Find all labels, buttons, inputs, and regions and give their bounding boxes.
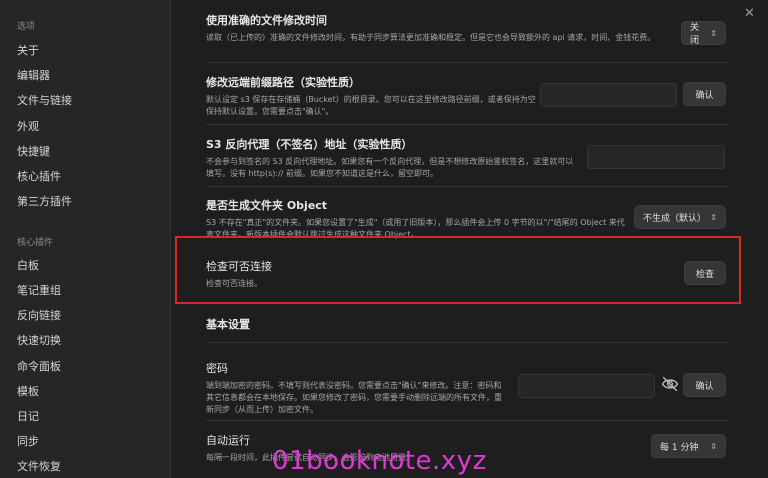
sidebar-item-core-plugins[interactable]: 核心插件	[17, 168, 61, 184]
setting-desc: 不会参与到签名的 S3 反向代理地址。如果您有一个反向代理，但是不想修改原始鉴权…	[206, 157, 574, 178]
sidebar-item-daily-notes[interactable]: 日记	[17, 408, 39, 424]
eye-off-icon[interactable]	[661, 375, 679, 393]
setting-desc: 检查可否连接。	[206, 279, 262, 288]
sidebar-item-file-recovery[interactable]: 文件恢复	[17, 458, 61, 474]
setting-title: 修改远端前缀路径（实验性质）	[206, 76, 360, 89]
select-value: 关闭	[690, 23, 700, 46]
setting-s3-proxy: S3 反向代理（不签名）地址（实验性质） 不会参与到签名的 S3 反向代理地址。…	[206, 136, 580, 180]
accurate-mtime-select[interactable]: 关闭 ⇕	[681, 21, 726, 46]
select-value: 不生成（默认）	[643, 213, 707, 224]
divider	[206, 342, 728, 343]
setting-title: 是否生成文件夹 Object	[206, 199, 328, 212]
setting-desc: 默认设定 s3 保存在存储桶（Bucket）的根目录。您可以在这里修改路径前缀，…	[206, 95, 536, 116]
sidebar-item-hotkeys[interactable]: 快捷键	[17, 143, 50, 159]
setting-remote-prefix: 修改远端前缀路径（实验性质） 默认设定 s3 保存在存储桶（Bucket）的根目…	[206, 74, 536, 118]
divider	[206, 124, 728, 125]
check-connection-button[interactable]: 检查	[684, 261, 726, 285]
password-input[interactable]	[518, 374, 655, 398]
chevron-updown-icon: ⇕	[710, 441, 717, 451]
s3-proxy-input[interactable]	[587, 145, 725, 169]
sidebar-item-quick-switcher[interactable]: 快速切换	[17, 332, 61, 348]
auto-run-select[interactable]: 每 1 分钟 ⇕	[651, 434, 726, 458]
chevron-updown-icon: ⇕	[710, 212, 717, 222]
setting-title: 密码	[206, 362, 228, 375]
sidebar-section-core: 核心插件	[17, 238, 54, 248]
setting-desc: 读取（已上传的）准确的文件修改时间，有助于同步算法更加准确和稳定。但是它也会导致…	[206, 33, 656, 42]
setting-folder-object: 是否生成文件夹 Object S3 不存在"真正"的文件夹。如果您设置了"生成"…	[206, 197, 626, 241]
section-heading-basic: 基本设置	[206, 316, 728, 332]
chevron-updown-icon: ⇕	[710, 28, 717, 38]
divider	[206, 62, 728, 63]
setting-desc: 端到端加密的密码。不填写则代表没密码。您需要点击"确认"来修改。注意：密码和其它…	[206, 381, 502, 414]
sidebar-item-sync[interactable]: 同步	[17, 433, 39, 449]
section-heading: 基本设置	[206, 318, 250, 331]
sidebar-item-community-plugins[interactable]: 第三方插件	[17, 193, 72, 209]
setting-title: 检查可否连接	[206, 260, 272, 273]
setting-title: S3 反向代理（不签名）地址（实验性质）	[206, 138, 413, 151]
setting-accurate-mtime: 使用准确的文件修改时间 读取（已上传的）准确的文件修改时间，有助于同步算法更加准…	[206, 12, 676, 44]
divider	[206, 186, 728, 187]
remote-prefix-input[interactable]	[540, 83, 677, 107]
sidebar-item-appearance[interactable]: 外观	[17, 118, 39, 134]
sidebar-item-templates[interactable]: 模板	[17, 383, 39, 399]
remote-prefix-confirm-button[interactable]: 确认	[683, 82, 726, 106]
password-confirm-button[interactable]: 确认	[683, 373, 726, 397]
sidebar-item-command-palette[interactable]: 命令面板	[17, 358, 61, 374]
divider	[206, 420, 728, 421]
select-value: 每 1 分钟	[660, 442, 699, 453]
sidebar-item-about[interactable]: 关于	[17, 42, 39, 58]
sidebar-section-options: 选项	[17, 22, 36, 32]
sidebar-item-backlinks[interactable]: 反向链接	[17, 307, 61, 323]
setting-password: 密码 端到端加密的密码。不填写则代表没密码。您需要点击"确认"来修改。注意：密码…	[206, 360, 506, 416]
setting-title: 使用准确的文件修改时间	[206, 14, 327, 27]
settings-sidebar: 选项 关于 编辑器 文件与链接 外观 快捷键 核心插件 第三方插件 核心插件 白…	[0, 0, 171, 478]
setting-check-connection: 检查可否连接 检查可否连接。	[206, 258, 626, 290]
sidebar-item-editor[interactable]: 编辑器	[17, 67, 50, 83]
sidebar-item-canvas[interactable]: 白板	[17, 257, 39, 273]
sidebar-item-note-composer[interactable]: 笔记重组	[17, 282, 61, 298]
sidebar-item-files-links[interactable]: 文件与链接	[17, 92, 72, 108]
close-icon[interactable]: ✕	[744, 6, 755, 21]
folder-object-select[interactable]: 不生成（默认） ⇕	[634, 205, 726, 229]
watermark-text: 01booknote.xyz	[272, 446, 487, 476]
